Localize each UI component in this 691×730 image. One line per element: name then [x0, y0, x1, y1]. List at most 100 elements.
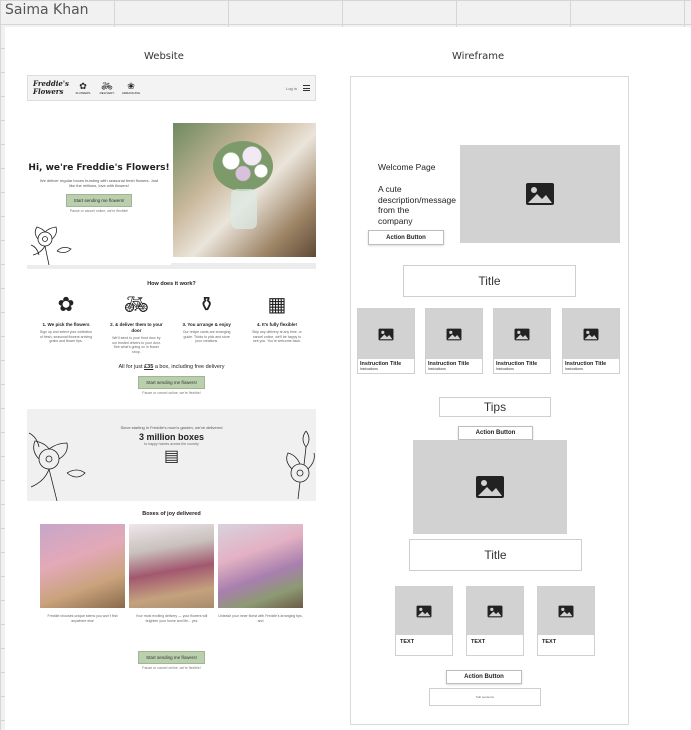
image-icon [476, 476, 504, 498]
instruction-card-4: Instruction Title Instructions [562, 308, 620, 374]
welcome-action-button[interactable]: Action Button [368, 230, 444, 245]
flower-sketch-icon [30, 226, 72, 265]
nav-caption: FLOWERS [75, 90, 91, 95]
flower-sketch-right-icon [286, 430, 315, 499]
image-icon [446, 328, 462, 340]
calendar-icon: ▦ [267, 294, 287, 316]
wireframe-panel: Welcome Page A cute description/message … [350, 76, 629, 725]
nav-item-arranging[interactable]: ❀ ARRANGING [121, 80, 141, 95]
text-card-label: TEXT [471, 639, 486, 645]
boxes-heading: Boxes of joy delivered [142, 511, 201, 517]
step-desc: Sign up and select your collection of fr… [39, 330, 93, 343]
image-icon [558, 605, 574, 617]
how-fine-print: Pause or cancel online, we're flexible! [142, 391, 201, 395]
instruction-card-2: Instruction Title Instructions [425, 308, 483, 374]
image-placeholder [467, 587, 523, 635]
flower-box-photo-1 [40, 524, 125, 608]
flower-icon: ✿ [79, 80, 87, 91]
instruction-card-1: Instruction Title Instructions [357, 308, 415, 374]
section-title-1: Title [403, 265, 576, 297]
text-card-label: TEXT [400, 639, 415, 645]
hero-image-placeholder [460, 145, 620, 243]
wireframe-column-title: Wireframe [452, 51, 505, 62]
price-prefix: All for just [118, 364, 143, 370]
bouquet-image [213, 141, 273, 191]
step-title: 4. It's fully flexible! [256, 322, 298, 327]
step-3: ⚱ 3. You arrange & enjoy Our recipe card… [180, 293, 234, 354]
tips-action-button[interactable]: Action Button [458, 426, 533, 440]
bouquet-icon: ❀ [127, 80, 135, 91]
flower-sketch-left-icon [28, 432, 86, 501]
boxes-fine-print: Pause or cancel online, we're flexible! [142, 666, 201, 670]
login-link[interactable]: Log in [286, 86, 297, 91]
image-placeholder [426, 309, 482, 359]
price-value: £35 [144, 364, 154, 370]
flower-icon: ✿ [57, 294, 75, 316]
image-placeholder [494, 309, 550, 359]
flower-box-photo-2 [129, 524, 214, 608]
image-icon [416, 605, 432, 617]
how-heading: How does it work? [147, 281, 196, 287]
start-sending-button-3[interactable]: Start sending me flowers! [138, 651, 205, 664]
nav-caption: DELIVERY [99, 90, 115, 95]
step-title: 3. You arrange & enjoy [182, 322, 231, 327]
instruction-sub: Instructions [428, 367, 446, 371]
image-icon [378, 328, 394, 340]
step-4: ▦ 4. It's fully flexible! Skip any deliv… [250, 293, 304, 354]
instruction-title: Instruction Title [360, 361, 402, 367]
image-placeholder [538, 587, 594, 635]
hero-text-panel: Hi, we're Freddie's Flowers! We deliver … [27, 123, 171, 265]
price-suffix: a box, including free delivery [154, 364, 225, 370]
text-card-1: TEXT [395, 586, 453, 656]
step-title: 1. We pick the flowers [42, 322, 90, 327]
nav-item-flowers[interactable]: ✿ FLOWERS [75, 80, 91, 95]
instruction-title: Instruction Title [496, 361, 538, 367]
flower-box-photo-3 [218, 524, 303, 608]
nav-right: Log in [286, 85, 310, 91]
photo-row [27, 524, 316, 608]
delivery-icon: 🚲︎ [101, 80, 113, 91]
nav-item-delivery[interactable]: 🚲︎ DELIVERY [99, 80, 115, 95]
text-card-label: TEXT [542, 639, 557, 645]
bicycle-icon: 🚲︎ [123, 294, 150, 316]
start-sending-button[interactable]: Start sending me flowers! [65, 194, 133, 207]
photo-caption: Unleash your inner florist with Freddie'… [218, 614, 303, 623]
text-card-2: TEXT [466, 586, 524, 656]
hero-heading: Hi, we're Freddie's Flowers! [28, 163, 170, 173]
site-logo[interactable]: Freddie's Flowers [33, 80, 69, 96]
image-placeholder [563, 309, 619, 359]
step-2: 🚲︎ 2. & deliver them to your door We'll … [109, 293, 163, 354]
user-name: Saima Khan [5, 2, 89, 18]
step-1: ✿ 1. We pick the flowers Sign up and sel… [39, 293, 93, 354]
instruction-sub: Instructions [565, 367, 583, 371]
image-icon [514, 328, 530, 340]
section-title-2: Title [409, 539, 582, 571]
price-line: All for just £35 a box, including free d… [27, 364, 316, 370]
footer-text-box: Sub sentence [429, 688, 541, 706]
text-card-3: TEXT [537, 586, 595, 656]
step-desc: Our recipe cards are arranging guide. Tr… [182, 330, 231, 343]
image-placeholder [358, 309, 414, 359]
step-title: 2. & deliver them to your door [110, 322, 163, 333]
hero-description: We deliver regular boxes bursting with s… [39, 178, 159, 188]
welcome-description: A cute description/message from the comp… [378, 184, 456, 226]
image-icon [526, 183, 554, 205]
website-column-title: Website [144, 51, 184, 62]
vase-icon: ⚱ [198, 294, 216, 316]
tips-title: Tips [439, 397, 551, 417]
start-sending-button-2[interactable]: Start sending me flowers! [138, 376, 205, 389]
instruction-title: Instruction Title [428, 361, 470, 367]
tips-image-placeholder [413, 440, 567, 534]
hero-photo [173, 123, 316, 257]
photo-caption: Your most exciting delivery — your flowe… [135, 614, 208, 623]
image-icon [487, 605, 503, 617]
image-placeholder [396, 587, 452, 635]
menu-icon[interactable] [303, 85, 310, 91]
photo-caption: Freddie chooses unique stems you won't f… [47, 614, 118, 623]
image-icon [583, 328, 599, 340]
instruction-sub: Instructions [496, 367, 514, 371]
nav-caption: ARRANGING [121, 90, 141, 95]
hero-section: Hi, we're Freddie's Flowers! We deliver … [27, 123, 316, 265]
bottom-action-button[interactable]: Action Button [446, 670, 522, 684]
site-navbar: Freddie's Flowers ✿ FLOWERS 🚲︎ DELIVERY … [27, 75, 316, 101]
